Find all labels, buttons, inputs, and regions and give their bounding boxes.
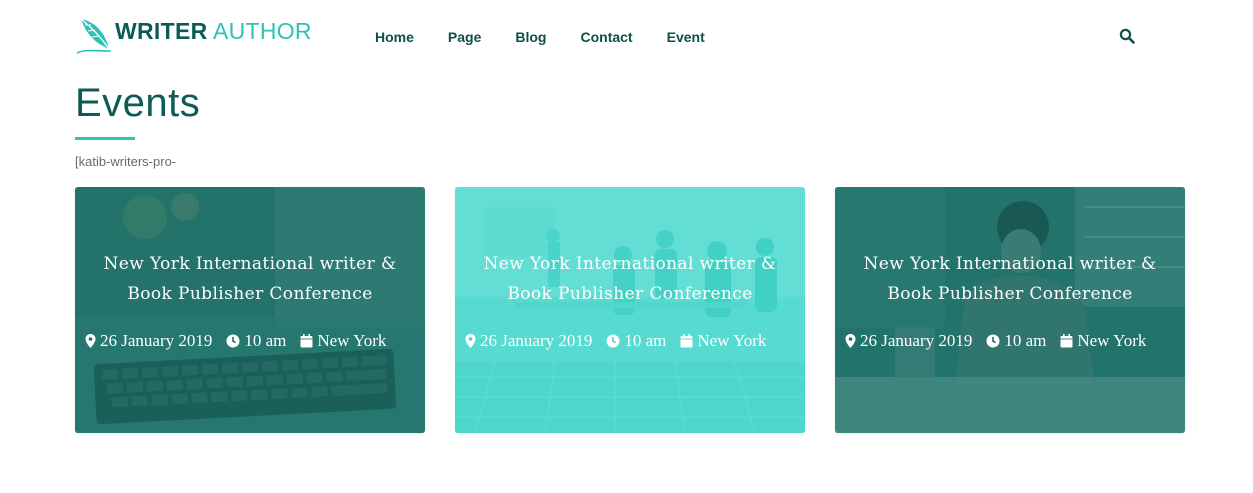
logo-word-author: AUTHOR [212, 17, 312, 44]
event-card-image [835, 187, 1185, 433]
page-title: Events [75, 81, 201, 125]
shortcode-text: [katib-writers-pro- [75, 154, 177, 169]
event-time: 10 am [624, 331, 667, 350]
event-location-group: New York [1060, 331, 1146, 351]
map-pin-icon [85, 334, 96, 348]
event-time-group: 10 am [986, 331, 1046, 351]
event-time-group: 10 am [226, 331, 286, 351]
event-meta: 26 January 2019 10 am New York [465, 331, 766, 351]
event-location-group: New York [300, 331, 386, 351]
logo-word-writer: WRITER [115, 17, 208, 44]
calendar-icon [1060, 334, 1073, 348]
event-time: 10 am [1004, 331, 1047, 350]
event-title-line1: New York International writer & [103, 254, 397, 274]
event-date-group: 26 January 2019 [845, 331, 972, 351]
clock-icon [986, 334, 1000, 348]
search-icon[interactable] [1119, 28, 1135, 44]
event-date: 26 January 2019 [480, 331, 593, 350]
event-title-line1: New York International writer & [483, 254, 777, 274]
event-title: New York International writer & Book Pub… [75, 249, 425, 309]
event-title: New York International writer & Book Pub… [455, 249, 805, 309]
event-meta: 26 January 2019 10 am New York [85, 331, 386, 351]
nav-blog[interactable]: Blog [515, 29, 546, 45]
nav-event[interactable]: Event [667, 29, 705, 45]
event-time-group: 10 am [606, 331, 666, 351]
site-header: WRITER AUTHOR Home Page Blog Contact Eve… [0, 0, 1253, 72]
event-title: New York International writer & Book Pub… [835, 249, 1185, 309]
event-date-group: 26 January 2019 [85, 331, 212, 351]
event-title-line2: Book Publisher Conference [887, 284, 1133, 304]
event-card[interactable]: New York International writer & Book Pub… [835, 187, 1185, 433]
map-pin-icon [465, 334, 476, 348]
calendar-icon [680, 334, 693, 348]
nav-page[interactable]: Page [448, 29, 481, 45]
event-time: 10 am [244, 331, 287, 350]
logo-text: WRITER AUTHOR [115, 17, 312, 44]
event-title-line2: Book Publisher Conference [507, 284, 753, 304]
map-pin-icon [845, 334, 856, 348]
event-card[interactable]: New York International writer & Book Pub… [455, 187, 805, 433]
nav-home[interactable]: Home [375, 29, 414, 45]
event-location: New York [697, 331, 767, 350]
event-location-group: New York [680, 331, 766, 351]
nav-contact[interactable]: Contact [580, 29, 632, 45]
main-nav: Home Page Blog Contact Event [375, 29, 739, 45]
clock-icon [226, 334, 240, 348]
event-location: New York [317, 331, 387, 350]
event-card[interactable]: New York International writer & Book Pub… [75, 187, 425, 433]
event-location: New York [1077, 331, 1147, 350]
title-underline [75, 137, 135, 140]
event-card-image [75, 187, 425, 433]
site-logo[interactable]: WRITER AUTHOR [75, 12, 312, 56]
event-title-line1: New York International writer & [863, 254, 1157, 274]
event-date-group: 26 January 2019 [465, 331, 592, 351]
event-meta: 26 January 2019 10 am New York [845, 331, 1146, 351]
event-title-line2: Book Publisher Conference [127, 284, 373, 304]
event-date: 26 January 2019 [860, 331, 973, 350]
clock-icon [606, 334, 620, 348]
feather-pen-icon [76, 18, 112, 54]
event-card-image [455, 187, 805, 433]
event-date: 26 January 2019 [100, 331, 213, 350]
calendar-icon [300, 334, 313, 348]
